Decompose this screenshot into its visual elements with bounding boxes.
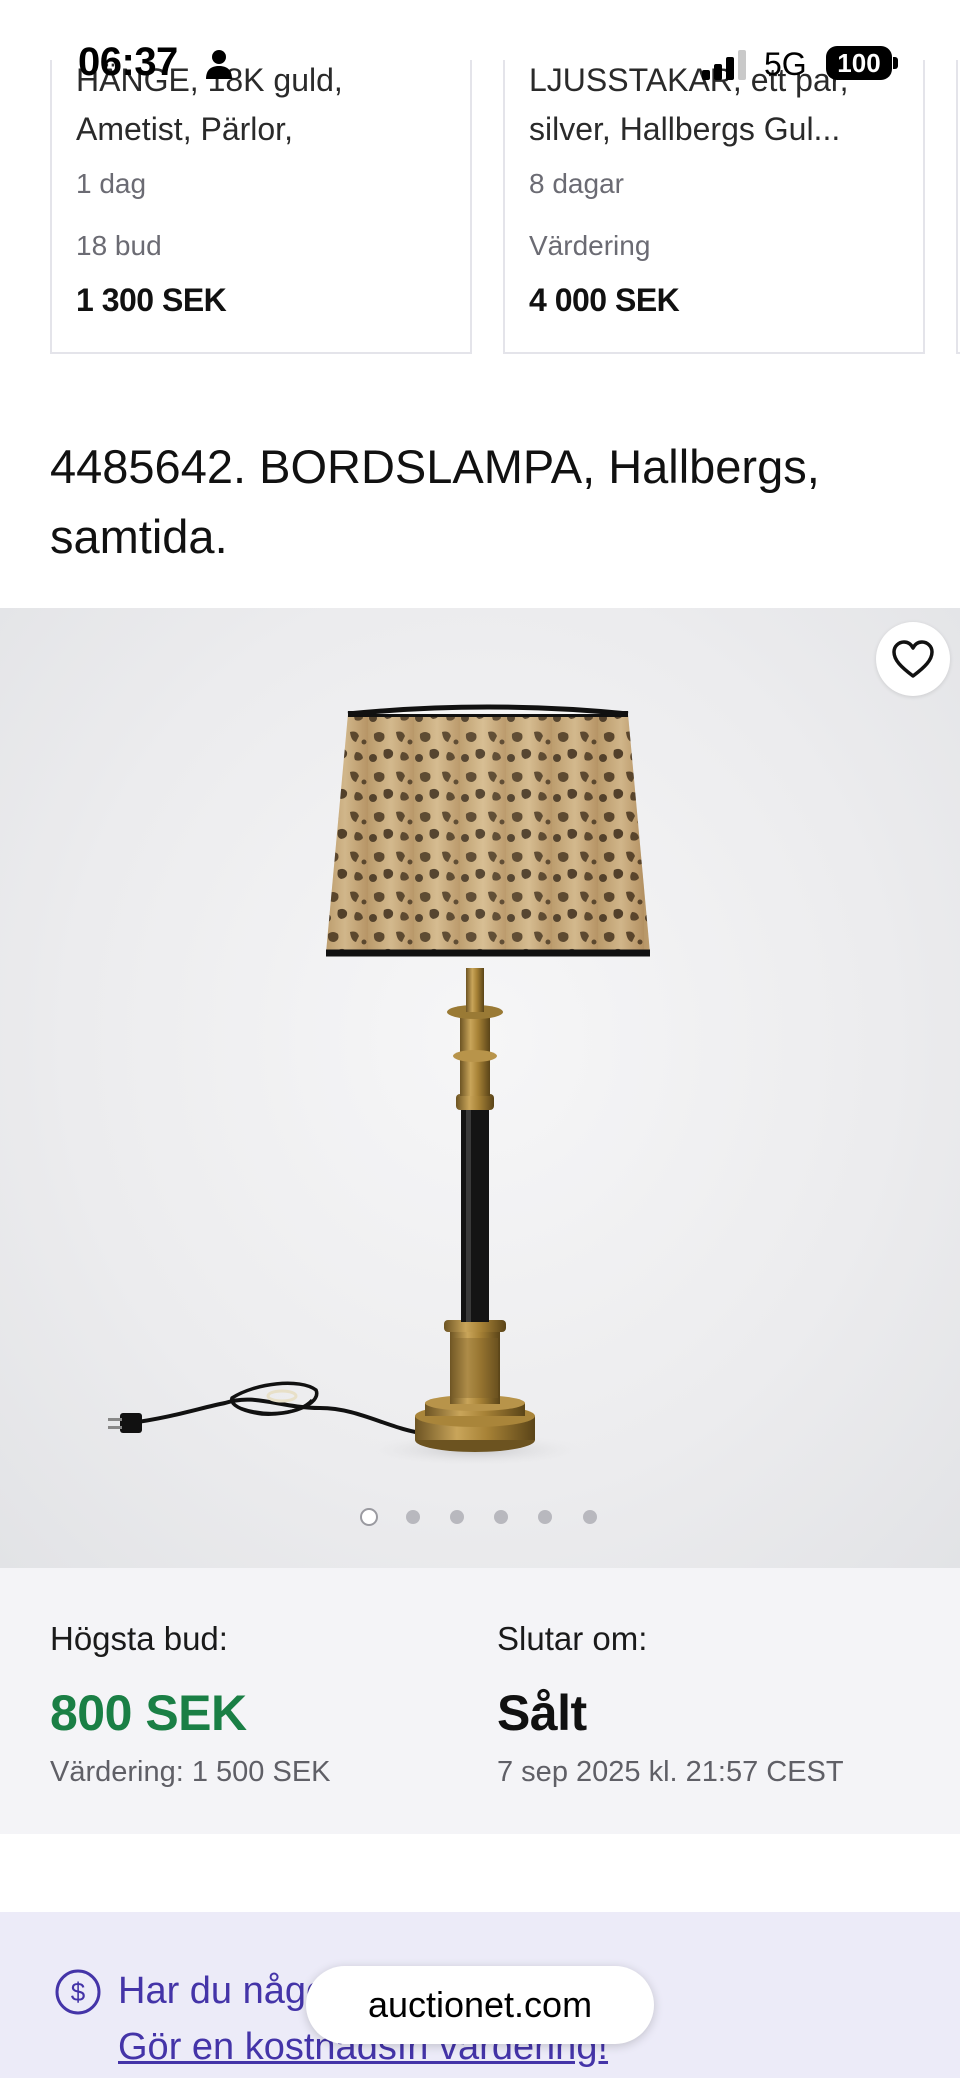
browser-url-pill[interactable]: auctionet.com — [306, 1966, 654, 2044]
network-label: 5G — [764, 46, 807, 82]
ends-label: Slutar om: — [497, 1620, 648, 1657]
heart-icon — [892, 640, 934, 678]
gallery-dot[interactable] — [494, 1510, 508, 1524]
ends-date: 7 sep 2025 kl. 21:57 CEST — [497, 1756, 844, 1788]
status-bar: 06:37 5G 100 — [0, 0, 960, 84]
related-item-card[interactable]: HÄNGE, 18K guld, Ametist, Pärlor, 1 dag … — [50, 60, 472, 354]
card-price: 4 000 SEK — [529, 282, 680, 318]
card-price: 1 300 SEK — [76, 282, 227, 318]
gallery-dot[interactable] — [360, 1508, 378, 1526]
favorite-button[interactable] — [876, 622, 950, 696]
dollar-circle-icon: $ — [55, 1969, 101, 2015]
lot-title: 4485642. BORDSLAMPA, Hallbergs, samtida. — [50, 440, 820, 563]
ends-block: Slutar om: Sålt 7 sep 2025 kl. 21:57 CES… — [497, 1620, 844, 1789]
card-time-left: 8 dagar — [529, 168, 624, 199]
highest-bid-value: 800 SEK — [50, 1685, 247, 1741]
card-meta: Värdering — [529, 230, 651, 261]
related-item-card-peek[interactable] — [956, 60, 960, 354]
bid-summary: Högsta bud: 800 SEK Värdering: 1 500 SEK… — [0, 1568, 960, 1834]
ends-value: Sålt — [497, 1685, 587, 1741]
gallery-dot[interactable] — [406, 1510, 420, 1524]
related-item-card[interactable]: LJUSSTAKAR, ett par, silver, Hallbergs G… — [503, 60, 925, 354]
lot-image-gallery[interactable] — [0, 608, 960, 1568]
gallery-dot[interactable] — [583, 1510, 597, 1524]
person-icon — [206, 50, 232, 79]
battery-level: 100 — [826, 46, 892, 80]
lamp-photo — [108, 704, 650, 1466]
gallery-dot[interactable] — [450, 1510, 464, 1524]
highest-bid-label: Högsta bud: — [50, 1620, 228, 1657]
svg-text:$: $ — [71, 1977, 86, 2007]
gallery-dot[interactable] — [538, 1510, 552, 1524]
card-meta: 18 bud — [76, 230, 162, 261]
status-time: 06:37 — [78, 40, 178, 84]
card-time-left: 1 dag — [76, 168, 147, 199]
signal-icon — [702, 50, 746, 80]
related-items-carousel[interactable]: HÄNGE, 18K guld, Ametist, Pärlor, 1 dag … — [0, 60, 960, 360]
valuation-text: Värdering: 1 500 SEK — [50, 1756, 331, 1788]
battery-icon: 100 — [826, 46, 898, 80]
highest-bid-block: Högsta bud: 800 SEK Värdering: 1 500 SEK — [50, 1620, 331, 1789]
gallery-pagination[interactable] — [0, 1506, 960, 1530]
